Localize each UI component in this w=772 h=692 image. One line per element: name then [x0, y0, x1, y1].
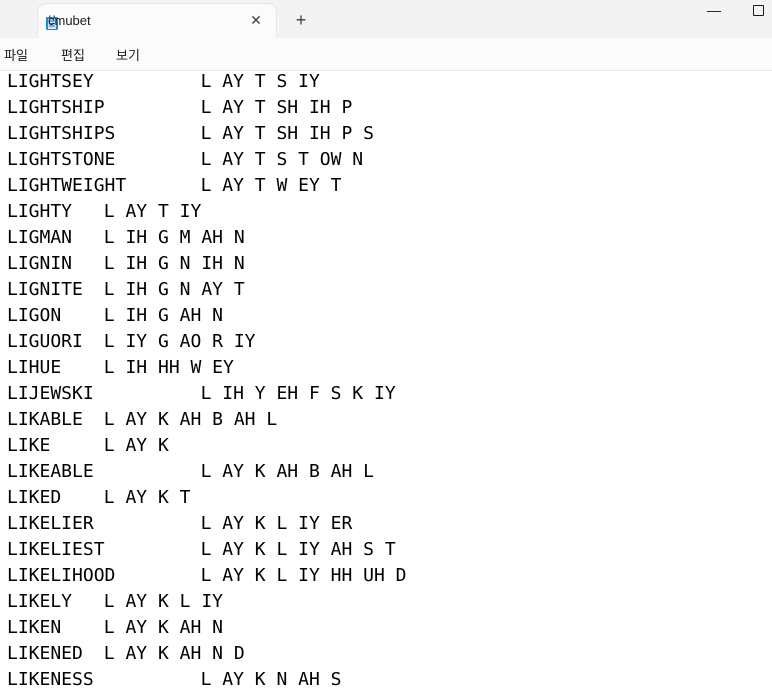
minimize-icon[interactable]: —	[704, 2, 724, 18]
word-text: LIKELIEST	[7, 539, 105, 560]
pronunciation-text: L IY G AO R IY	[103, 331, 256, 352]
word-text: LIHUE	[7, 357, 62, 378]
text-line: LIKELY L AY K L IY	[7, 590, 223, 614]
pronunciation-text: L AY K L IY HH UH D	[200, 565, 407, 586]
text-line: LIGMAN L IH G M AH N	[7, 226, 245, 250]
pronunciation-text: L AY T S IY	[200, 71, 320, 92]
word-text: LIGUORI	[7, 331, 83, 352]
word-text: LIJEWSKI	[7, 383, 94, 404]
maximize-icon[interactable]	[748, 2, 768, 18]
text-line: LIKE L AY K	[7, 434, 169, 458]
text-line: LIHUE L IH HH W EY	[7, 356, 234, 380]
title-bar: cmubet ✕ + —	[0, 0, 772, 38]
word-text: LIKENESS	[7, 669, 94, 690]
text-line: LIJEWSKI L IH Y EH F S K IY	[7, 382, 396, 406]
text-line: LIKED L AY K T	[7, 486, 191, 510]
word-text: LIGMAN	[7, 227, 73, 248]
word-text: LIGHTSTONE	[7, 149, 116, 170]
pronunciation-text: L AY K L IY ER	[200, 513, 353, 534]
menu-edit[interactable]: 편집	[61, 45, 85, 64]
text-line: LIGHTSHIP L AY T SH IH P	[7, 96, 352, 120]
pronunciation-text: L AY K T	[103, 487, 191, 508]
pronunciation-text: L AY K L IY AH S T	[200, 539, 396, 560]
word-text: LIGON	[7, 305, 62, 326]
text-line: LIGUORI L IY G AO R IY	[7, 330, 256, 354]
text-line: LIKELIHOOD L AY K L IY HH UH D	[7, 564, 407, 588]
pronunciation-text: L AY T S T OW N	[200, 149, 364, 170]
menu-file[interactable]: 파일	[4, 45, 28, 64]
new-tab-icon[interactable]: +	[290, 9, 312, 31]
word-text: LIKABLE	[7, 409, 83, 430]
pronunciation-text: L IH G N IH N	[103, 253, 245, 274]
word-text: LIGNIN	[7, 253, 73, 274]
pronunciation-text: L AY T SH IH P	[200, 97, 353, 118]
text-line: LIGHTY L AY T IY	[7, 200, 201, 224]
text-line: LIGNIN L IH G N IH N	[7, 252, 245, 276]
menu-view[interactable]: 보기	[116, 45, 140, 64]
word-text: LIGHTSHIP	[7, 97, 105, 118]
text-line: LIGHTSEY L AY T S IY	[7, 71, 320, 94]
word-text: LIKELIHOOD	[7, 565, 116, 586]
text-line: LIKELIEST L AY K L IY AH S T	[7, 538, 396, 562]
pronunciation-text: L AY K N AH S	[200, 669, 342, 690]
text-line: LIGHTSTONE L AY T S T OW N	[7, 148, 363, 172]
word-text: LIGHTY	[7, 201, 73, 222]
pronunciation-text: L AY T IY	[103, 201, 202, 222]
tab-title: cmubet	[48, 13, 91, 28]
menu-bar: 파일 편집 보기	[0, 38, 772, 71]
pronunciation-text: L AY K	[103, 435, 169, 456]
word-text: LIGHTSEY	[7, 71, 94, 92]
pronunciation-text: L IH G AH N	[103, 305, 224, 326]
pronunciation-text: L IH G N AY T	[103, 279, 245, 300]
text-line: LIKELIER L AY K L IY ER	[7, 512, 352, 536]
pronunciation-text: L AY K AH N D	[103, 643, 245, 664]
word-text: LIKELIER	[7, 513, 94, 534]
word-text: LIGHTWEIGHT	[7, 175, 127, 196]
text-line: LIKEN L AY K AH N	[7, 616, 223, 640]
word-text: LIGHTSHIPS	[7, 123, 116, 144]
pronunciation-text: L IH G M AH N	[103, 227, 245, 248]
text-editor[interactable]: LIGHTSEY L AY T S IY LIGHTSHIP L AY T SH IH…	[0, 71, 772, 692]
document-tab[interactable]: cmubet ✕	[38, 4, 276, 38]
pronunciation-text: L IH Y EH F S K IY	[200, 383, 396, 404]
pronunciation-text: L AY T W EY T	[200, 175, 342, 196]
pronunciation-text: L AY K AH B AH L	[103, 409, 278, 430]
pronunciation-text: L AY K L IY	[103, 591, 224, 612]
text-line: LIGNITE L IH G N AY T	[7, 278, 245, 302]
word-text: LIKED	[7, 487, 62, 508]
word-text: LIGNITE	[7, 279, 83, 300]
text-line: LIKEABLE L AY K AH B AH L	[7, 460, 374, 484]
word-text: LIKEABLE	[7, 461, 94, 482]
text-line: LIKENESS L AY K N AH S	[7, 668, 341, 692]
word-text: LIKEN	[7, 617, 62, 638]
word-text: LIKELY	[7, 591, 73, 612]
text-line: LIGON L IH G AH N	[7, 304, 223, 328]
word-text: LIKE	[7, 435, 51, 456]
text-line: LIKABLE L AY K AH B AH L	[7, 408, 277, 432]
text-line: LIGHTSHIPS L AY T SH IH P S	[7, 122, 374, 146]
word-text: LIKENED	[7, 643, 83, 664]
pronunciation-text: L AY K AH N	[103, 617, 224, 638]
text-line: LIKENED L AY K AH N D	[7, 642, 245, 666]
pronunciation-text: L IH HH W EY	[103, 357, 234, 378]
close-tab-icon[interactable]: ✕	[246, 10, 266, 30]
pronunciation-text: L AY T SH IH P S	[200, 123, 374, 144]
pronunciation-text: L AY K AH B AH L	[200, 461, 374, 482]
text-line: LIGHTWEIGHT L AY T W EY T	[7, 174, 341, 198]
